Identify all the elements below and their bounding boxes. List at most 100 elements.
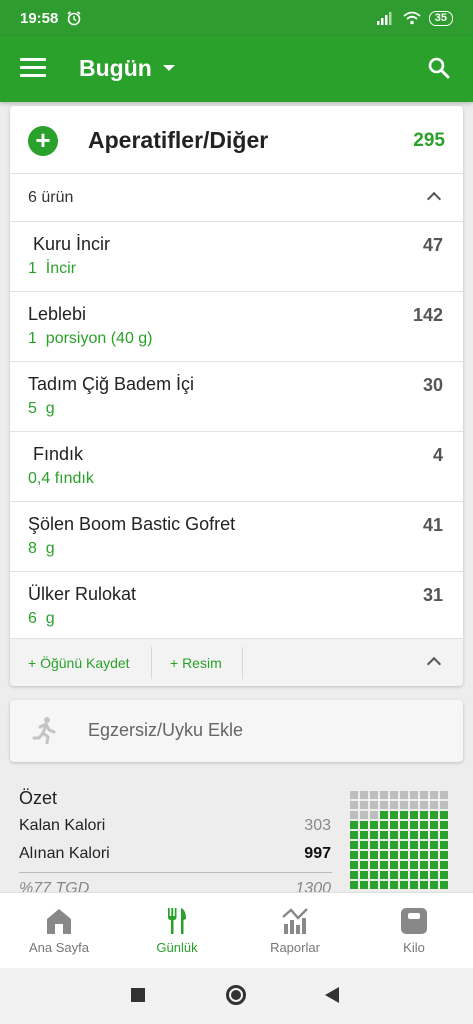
waffle-cell [410,841,418,849]
food-name: Kuru İncir [28,234,111,254]
chevron-down-icon[interactable] [163,65,175,71]
waffle-cell [430,831,438,839]
food-name: Tadım Çiğ Badem İçi [28,374,195,394]
food-item[interactable]: Kuru İncir 1 İncir 47 [10,222,463,292]
waffle-cell [410,861,418,869]
menu-icon[interactable] [20,58,46,78]
bottom-navigation: Ana Sayfa Günlük Raporlar Kilo [0,892,473,968]
nav-item-home[interactable]: Ana Sayfa [0,893,118,969]
food-item[interactable]: Leblebi 1 porsiyon (40 g) 142 [10,292,463,362]
chevron-up-icon[interactable] [426,191,442,207]
nav-item-reports[interactable]: Raporlar [236,893,354,969]
food-calories: 142 [412,305,443,325]
waffle-cell [390,861,398,869]
waffle-cell [410,801,418,809]
food-item[interactable]: Tadım Çiğ Badem İçi 5 g 30 [10,362,463,432]
waffle-cell [390,881,398,889]
waffle-cell [370,791,378,799]
waffle-cell [440,821,448,829]
footer-divider [242,647,243,679]
food-calories: 4 [432,445,443,465]
waffle-cell [430,851,438,859]
waffle-cell [420,861,428,869]
waffle-cell [350,871,358,879]
waffle-cell [440,841,448,849]
waffle-cell [430,871,438,879]
waffle-cell [440,861,448,869]
waffle-cell [390,811,398,819]
home-icon [47,909,71,934]
food-item[interactable]: Şölen Boom Bastic Gofret 8 g 41 [10,502,463,572]
waffle-cell [400,831,408,839]
waffle-cell [400,811,408,819]
nav-label: Ana Sayfa [29,940,89,955]
food-calories: 30 [422,375,443,395]
waffle-cell [380,861,388,869]
waffle-cell [380,791,388,799]
waffle-cell [380,851,388,859]
waffle-cell [350,821,358,829]
waffle-cell [430,841,438,849]
taken-calories-value: 997 [304,845,331,862]
waffle-cell [420,811,428,819]
food-item[interactable]: Fındık 0,4 fındık 4 [10,432,463,502]
waffle-cell [350,861,358,869]
waffle-cell [360,861,368,869]
waffle-cell [440,801,448,809]
waffle-cell [390,821,398,829]
waffle-cell [370,801,378,809]
food-item[interactable]: Ülker Rulokat 6 g 31 [10,572,463,642]
home-button-icon[interactable] [226,985,246,1005]
waffle-cell [360,811,368,819]
summary-title: Özet [19,788,58,808]
waffle-cell [420,841,428,849]
nav-item-diary[interactable]: Günlük [118,893,236,969]
search-icon[interactable] [427,56,451,80]
app-bar: Bugün [0,36,473,102]
summary-divider [19,872,332,873]
waffle-cell [360,871,368,879]
waffle-cell [410,811,418,819]
recents-icon[interactable] [131,988,145,1002]
waffle-cell [380,801,388,809]
save-meal-button[interactable]: + Öğünü Kaydet [28,655,130,671]
waffle-cell [390,841,398,849]
scale-icon [401,908,427,934]
status-time: 19:58 [20,9,59,27]
waffle-cell [360,801,368,809]
waffle-cell [350,841,358,849]
footer-divider [151,647,152,679]
waffle-cell [380,871,388,879]
meal-title: Aperatifler/Diğer [88,127,269,153]
waffle-cell [410,881,418,889]
waffle-cell [390,851,398,859]
fork-knife-icon [168,908,186,934]
food-calories: 47 [422,235,443,255]
add-exercise-card[interactable]: Egzersiz/Uyku Ekle [10,700,463,762]
nav-label: Günlük [156,940,198,955]
remaining-calories-label: Kalan Kalori [19,817,106,834]
waffle-cell [370,861,378,869]
signal-icon [376,12,392,25]
nav-label: Raporlar [270,940,320,955]
chevron-up-icon[interactable] [426,656,442,672]
add-photo-button[interactable]: + Resim [170,655,222,671]
waffle-cell [440,881,448,889]
waffle-cell [350,851,358,859]
waffle-cell [420,831,428,839]
add-food-icon[interactable]: + [28,126,58,156]
nav-item-weight[interactable]: Kilo [355,893,473,969]
meal-total-calories: 295 [413,130,445,151]
date-selector-title[interactable]: Bugün [79,55,152,82]
alarm-icon [67,11,81,26]
waffle-cell [440,811,448,819]
back-icon[interactable] [325,987,339,1003]
waffle-cell [390,801,398,809]
remaining-calories-row: Kalan Kalori 303 [19,817,331,835]
item-count-row[interactable]: 6 ürün [10,174,463,222]
waffle-cell [400,821,408,829]
waffle-cell [350,811,358,819]
waffle-cell [350,831,358,839]
waffle-cell [360,851,368,859]
summary-section: Özet Kalan Kalori 303 Alınan Kalori 997 … [0,776,473,897]
